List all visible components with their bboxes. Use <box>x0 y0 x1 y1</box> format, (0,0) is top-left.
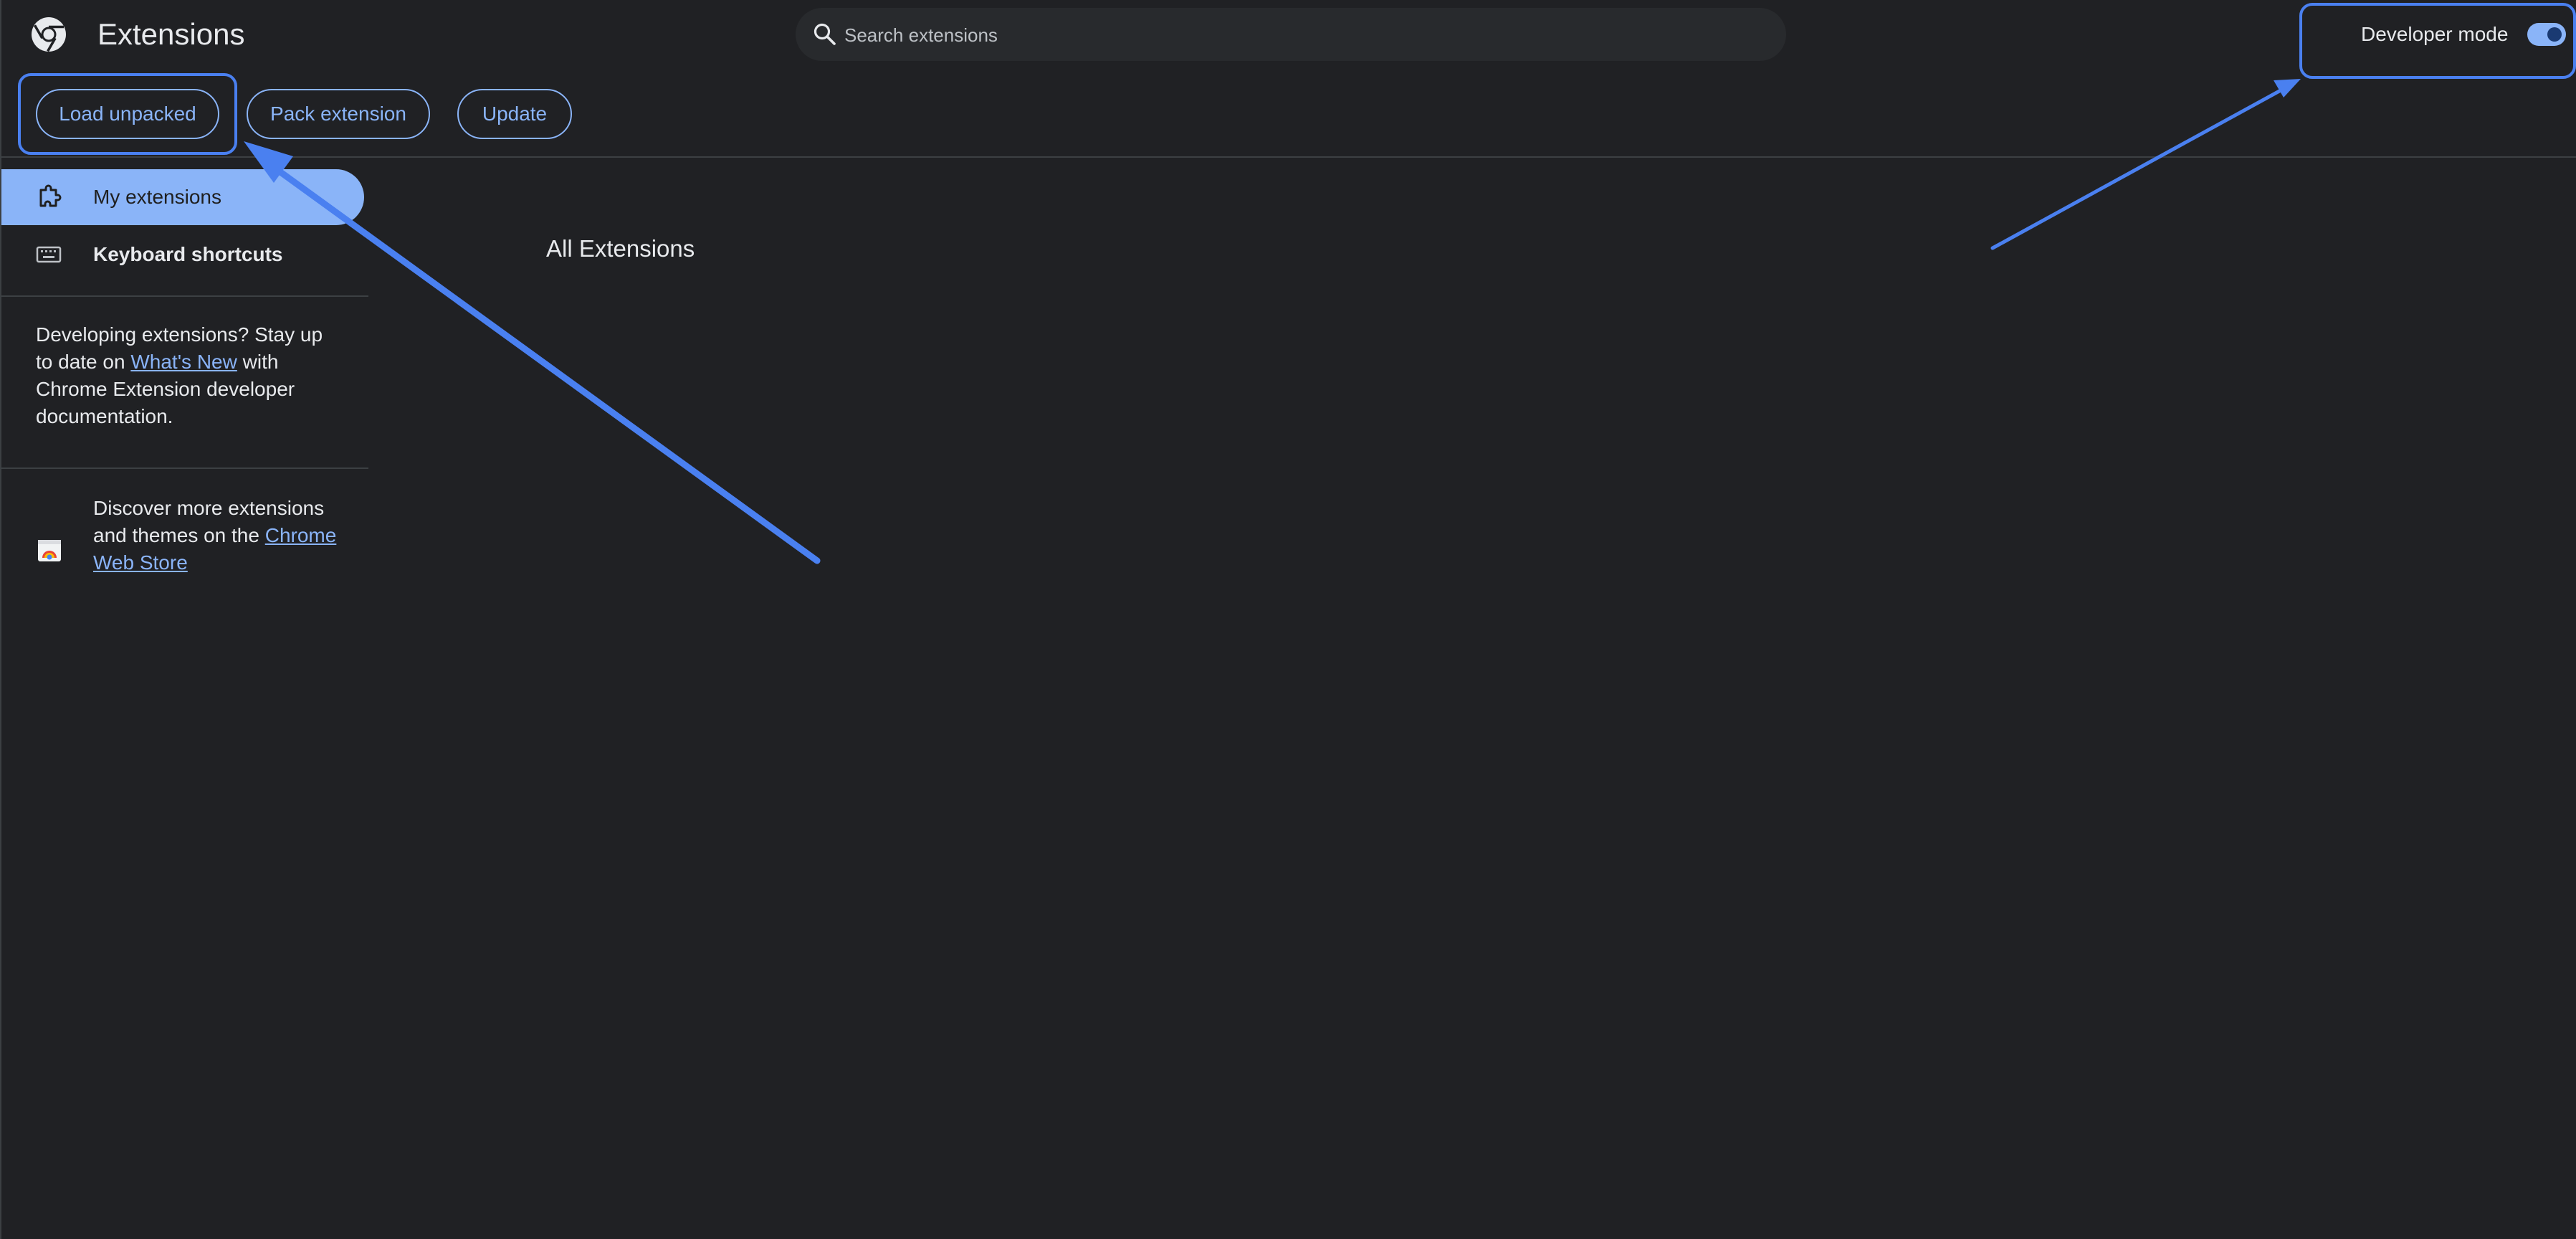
sidebar-item-keyboard-shortcuts[interactable]: Keyboard shortcuts <box>1 227 364 283</box>
all-extensions-heading: All Extensions <box>546 235 695 262</box>
developer-mode-toggle[interactable] <box>2527 23 2566 46</box>
keyboard-icon <box>36 246 62 263</box>
load-unpacked-button[interactable]: Load unpacked <box>36 89 219 139</box>
developer-docs-note: Developing extensions? Stay up to date o… <box>36 321 337 430</box>
divider <box>1 295 368 297</box>
page-title: Extensions <box>97 17 245 51</box>
search-icon <box>814 23 836 45</box>
sidebar-item-my-extensions[interactable]: My extensions <box>1 169 364 225</box>
developer-toolbar: Load unpacked Pack extension Update <box>1 69 2576 158</box>
sidebar-item-label: My extensions <box>93 186 221 208</box>
whats-new-link[interactable]: What's New <box>130 351 237 373</box>
sidebar: My extensions Keyboard shortcuts Develop… <box>1 158 368 1239</box>
puzzle-piece-icon <box>39 184 62 207</box>
update-button[interactable]: Update <box>457 89 572 139</box>
pack-extension-button[interactable]: Pack extension <box>247 89 430 139</box>
developer-mode-label: Developer mode <box>2361 23 2509 45</box>
extensions-page: Extensions Developer mode Load unpacked … <box>0 0 2576 1239</box>
toggle-knob <box>2547 27 2562 42</box>
search-box[interactable] <box>796 8 1786 62</box>
chrome-logo-icon <box>32 17 66 52</box>
sidebar-item-label: Keyboard shortcuts <box>93 243 283 265</box>
divider <box>1 467 368 469</box>
header: Extensions Developer mode <box>1 0 2576 69</box>
annotation-overlay <box>18 3 2576 564</box>
chrome-web-store-icon <box>38 540 61 561</box>
search-input[interactable] <box>843 8 1763 62</box>
web-store-note: Discover more extensions and themes on t… <box>93 495 337 576</box>
